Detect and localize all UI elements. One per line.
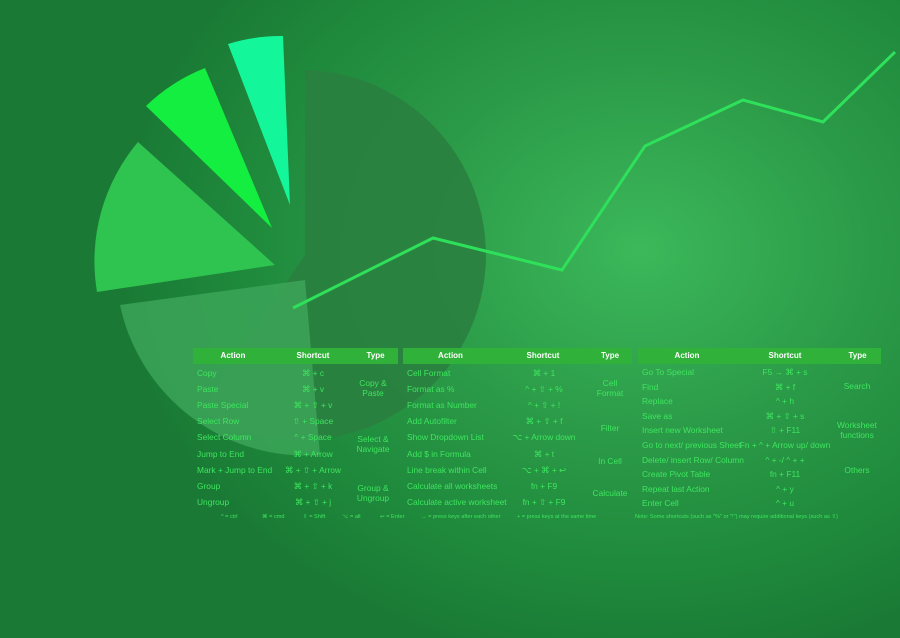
legend-enter: ↩ = Enter: [380, 514, 405, 520]
row-shortcut: ^ + y: [776, 483, 794, 494]
type-cell-format: Cell Format: [596, 378, 624, 398]
row-action: Paste: [197, 384, 219, 395]
header-shortcut: Shortcut: [296, 351, 330, 360]
background-graphic: [94, 35, 897, 456]
row-shortcut: ^ + u: [775, 498, 795, 509]
row-shortcut: ⌘ + t: [533, 448, 555, 459]
row-action: Cell Format: [407, 368, 451, 378]
row-action: Repeat last Action: [642, 483, 710, 494]
row-action: Format as %: [407, 384, 455, 395]
type-copy-paste: Copy & Paste: [359, 378, 387, 398]
row-action: Mark + Jump to End: [197, 464, 273, 475]
row-shortcut: ⌘ + ⇧ + s: [765, 410, 805, 421]
row-shortcut: ⌘ + c: [301, 368, 325, 378]
row-action: Copy: [197, 368, 217, 378]
row-action: Create Pivot Table: [642, 469, 711, 480]
type-search: Search: [843, 381, 871, 391]
row-shortcut: Fn + ^ + Arrow up/ down: [739, 440, 831, 450]
row-action: Calculate active worksheet: [407, 496, 507, 507]
row-shortcut: ^ + h: [775, 396, 795, 407]
row-action: Show Dropdown List: [407, 432, 484, 443]
type-in-cell: In Cell: [598, 456, 622, 466]
row-action: Select Column: [197, 432, 252, 443]
header-action: Action: [438, 351, 463, 360]
type-filter: Filter: [600, 423, 620, 433]
type-calculate: Calculate: [592, 488, 628, 498]
row-action: Group: [197, 480, 221, 491]
header-type: Type: [600, 351, 620, 360]
pie-slice-left: [94, 142, 275, 292]
row-shortcut: ^ + ⇧ + %: [525, 384, 563, 395]
row-action: Delete/ insert Row/ Column: [642, 454, 744, 465]
row-shortcut: ^ + ⇧ + !: [527, 400, 561, 411]
legend-cmd: ⌘ = cmd: [262, 514, 285, 520]
legend-simultaneous: + = press keys at the same time: [517, 514, 597, 520]
row-action: Jump to End: [197, 448, 245, 459]
row-shortcut: ⌘ + Arrow: [293, 448, 333, 459]
row-action: Ungroup: [197, 496, 230, 507]
header-shortcut: Shortcut: [768, 351, 802, 360]
row-action: Go To Special: [642, 367, 694, 377]
header-type: Type: [848, 351, 867, 360]
row-shortcut: F5 → ⌘ + s: [762, 367, 808, 377]
row-action: Replace: [642, 396, 673, 407]
legend-sequence: → = press keys after each other: [421, 514, 501, 520]
row-shortcut: ⌘ + ⇧ + k: [293, 480, 333, 491]
footnote: Note: Some shortcuts (such as "%" or "!"…: [635, 514, 838, 520]
row-action: Add Autofilter: [407, 416, 457, 427]
row-shortcut: ⌘ + v: [301, 384, 325, 395]
header-action: Action: [674, 351, 700, 360]
row-action: Enter Cell: [642, 498, 679, 509]
header-action: Action: [220, 351, 246, 360]
row-shortcut: ^ + -/ ^ + +: [765, 454, 805, 465]
row-shortcut: ⇧ + Space: [292, 416, 334, 427]
header-type: Type: [366, 351, 385, 360]
row-action: Format as Number: [407, 400, 477, 411]
row-shortcut: ⌘ + ⇧ + v: [293, 400, 333, 411]
row-action: Calculate all worksheets: [407, 480, 498, 491]
table-header: Action Shortcut Type: [638, 348, 881, 364]
row-action: Line break within Cell: [407, 464, 487, 475]
table-header: Action Shortcut Type: [403, 348, 632, 364]
row-action: Go to next/ previous Sheet: [642, 440, 742, 450]
legend-alt: ⌥ = alt: [342, 514, 361, 520]
row-action: Paste Special: [197, 400, 249, 411]
header-shortcut: Shortcut: [526, 351, 560, 360]
row-shortcut: ⌘ + ⇧ + j: [294, 496, 332, 507]
row-shortcut: ⌥ + ⌘ + ↩: [521, 464, 567, 475]
row-shortcut: ⌘ + 1: [532, 368, 556, 378]
row-shortcut: fn + ⇧ + F9: [522, 496, 566, 507]
legend-ctrl: ^ = ctrl: [221, 514, 238, 520]
row-shortcut: ⌘ + f: [774, 381, 796, 392]
row-shortcut: fn + F11: [769, 469, 801, 480]
table-header: Action Shortcut Type: [193, 348, 398, 364]
row-action: Save as: [642, 410, 673, 421]
row-shortcut: ⇧ + F11: [769, 425, 801, 436]
row-shortcut: ⌘ + ⇧ + f: [525, 416, 563, 427]
legend-shift: ⇧ = Shift: [303, 514, 326, 520]
row-action: Select Row: [197, 416, 240, 427]
type-select-navigate: Select & Navigate: [356, 434, 390, 454]
row-shortcut: fn + F9: [530, 480, 558, 491]
row-shortcut: ^ + Space: [294, 432, 332, 443]
row-action: Add $ in Formula: [407, 448, 471, 459]
row-action: Insert new Worksheet: [642, 425, 723, 436]
row-shortcut: ⌘ + ⇧ + Arrow: [285, 464, 341, 475]
type-group-ungroup: Group & Ungroup: [356, 483, 390, 503]
type-worksheet-functions: Worksheet functions: [837, 420, 877, 440]
row-action: Find: [642, 381, 659, 392]
type-others: Others: [844, 465, 870, 475]
row-shortcut: ⌥ + Arrow down: [512, 432, 576, 443]
